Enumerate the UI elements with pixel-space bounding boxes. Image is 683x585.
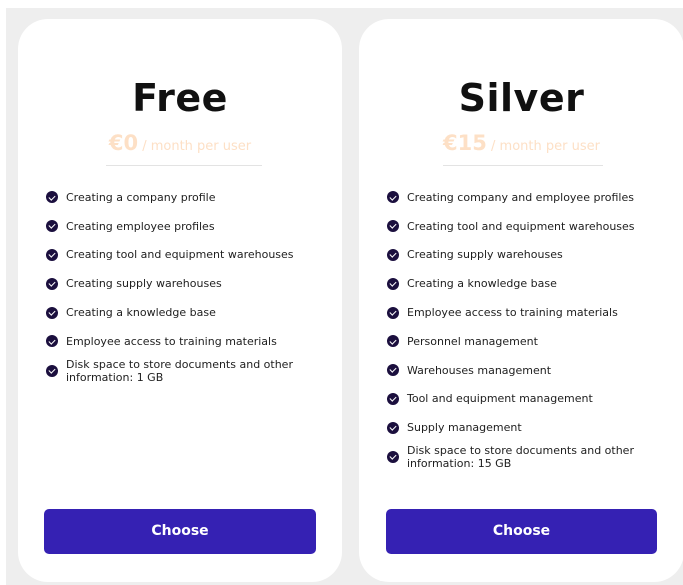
plan-price: €0 / month per user <box>18 130 342 160</box>
feature-item: Creating supply warehouses <box>387 241 647 270</box>
check-circle-icon <box>387 335 399 348</box>
check-circle-icon <box>46 277 58 290</box>
plan-price: €15 / month per user <box>359 130 683 160</box>
plan-title: Free <box>132 76 228 120</box>
feature-item: Creating tool and equipment warehouses <box>46 241 306 270</box>
check-circle-icon <box>46 220 58 233</box>
feature-item: Creating a knowledge base <box>387 269 647 298</box>
feature-label: Employee access to training materials <box>407 306 618 320</box>
feature-label: Disk space to store documents and other … <box>66 357 293 384</box>
check-circle-icon <box>387 277 399 290</box>
feature-item: Supply management <box>387 413 647 442</box>
feature-item: Creating company and employee profiles <box>387 183 647 212</box>
choose-free-button[interactable]: Choose <box>44 509 316 554</box>
choose-silver-button[interactable]: Choose <box>386 509 657 554</box>
feature-item: Creating tool and equipment warehouses <box>387 212 647 241</box>
feature-item: Disk space to store documents and other … <box>387 442 647 472</box>
feature-label: Creating company and employee profiles <box>407 190 634 204</box>
feature-item: Creating a knowledge base <box>46 298 306 327</box>
plan-title: Silver <box>458 76 585 120</box>
feature-item: Employee access to training materials <box>46 327 306 356</box>
plan-card-free: Free €0 / month per user Creating a comp… <box>18 19 342 582</box>
feature-label: Creating tool and equipment warehouses <box>66 248 294 262</box>
feature-item: Disk space to store documents and other … <box>46 356 306 386</box>
check-circle-icon <box>46 364 58 377</box>
feature-item: Creating employee profiles <box>46 212 306 241</box>
feature-label: Personnel management <box>407 334 538 348</box>
feature-label: Creating a knowledge base <box>66 306 216 320</box>
check-circle-icon <box>387 220 399 233</box>
price-period: / month per user <box>486 139 600 154</box>
check-circle-icon <box>387 191 399 204</box>
check-circle-icon <box>387 306 399 319</box>
feature-list: Creating company and employee profiles C… <box>387 183 647 472</box>
feature-label: Warehouses management <box>407 363 552 377</box>
feature-label: Creating a company profile <box>66 190 216 204</box>
feature-label: Tool and equipment management <box>407 392 593 406</box>
feature-item: Employee access to training materials <box>387 298 647 327</box>
feature-label: Creating tool and equipment warehouses <box>407 219 635 233</box>
check-circle-icon <box>387 451 399 464</box>
feature-item: Creating a company profile <box>46 183 306 212</box>
feature-label: Disk space to store documents and other … <box>407 444 634 471</box>
feature-label: Creating supply warehouses <box>66 277 222 291</box>
check-circle-icon <box>387 421 399 434</box>
price-period: / month per user <box>138 139 252 154</box>
feature-item: Creating supply warehouses <box>46 269 306 298</box>
check-circle-icon <box>46 191 58 204</box>
feature-item: Tool and equipment management <box>387 385 647 414</box>
check-circle-icon <box>46 335 58 348</box>
price-divider <box>106 165 262 166</box>
feature-label: Supply management <box>407 421 522 435</box>
price-amount: €15 <box>443 131 487 155</box>
feature-label: Employee access to training materials <box>66 334 277 348</box>
plan-card-silver: Silver €15 / month per user Creating com… <box>359 19 683 582</box>
check-circle-icon <box>46 248 58 261</box>
feature-item: Warehouses management <box>387 356 647 385</box>
check-circle-icon <box>387 392 399 405</box>
price-amount: €0 <box>108 131 139 155</box>
check-circle-icon <box>387 248 399 261</box>
feature-label: Creating employee profiles <box>66 219 215 233</box>
price-divider <box>443 165 603 166</box>
feature-list: Creating a company profile Creating empl… <box>46 183 306 386</box>
feature-label: Creating supply warehouses <box>407 248 563 262</box>
check-circle-icon <box>46 306 58 319</box>
feature-item: Personnel management <box>387 327 647 356</box>
check-circle-icon <box>387 364 399 377</box>
feature-label: Creating a knowledge base <box>407 277 557 291</box>
